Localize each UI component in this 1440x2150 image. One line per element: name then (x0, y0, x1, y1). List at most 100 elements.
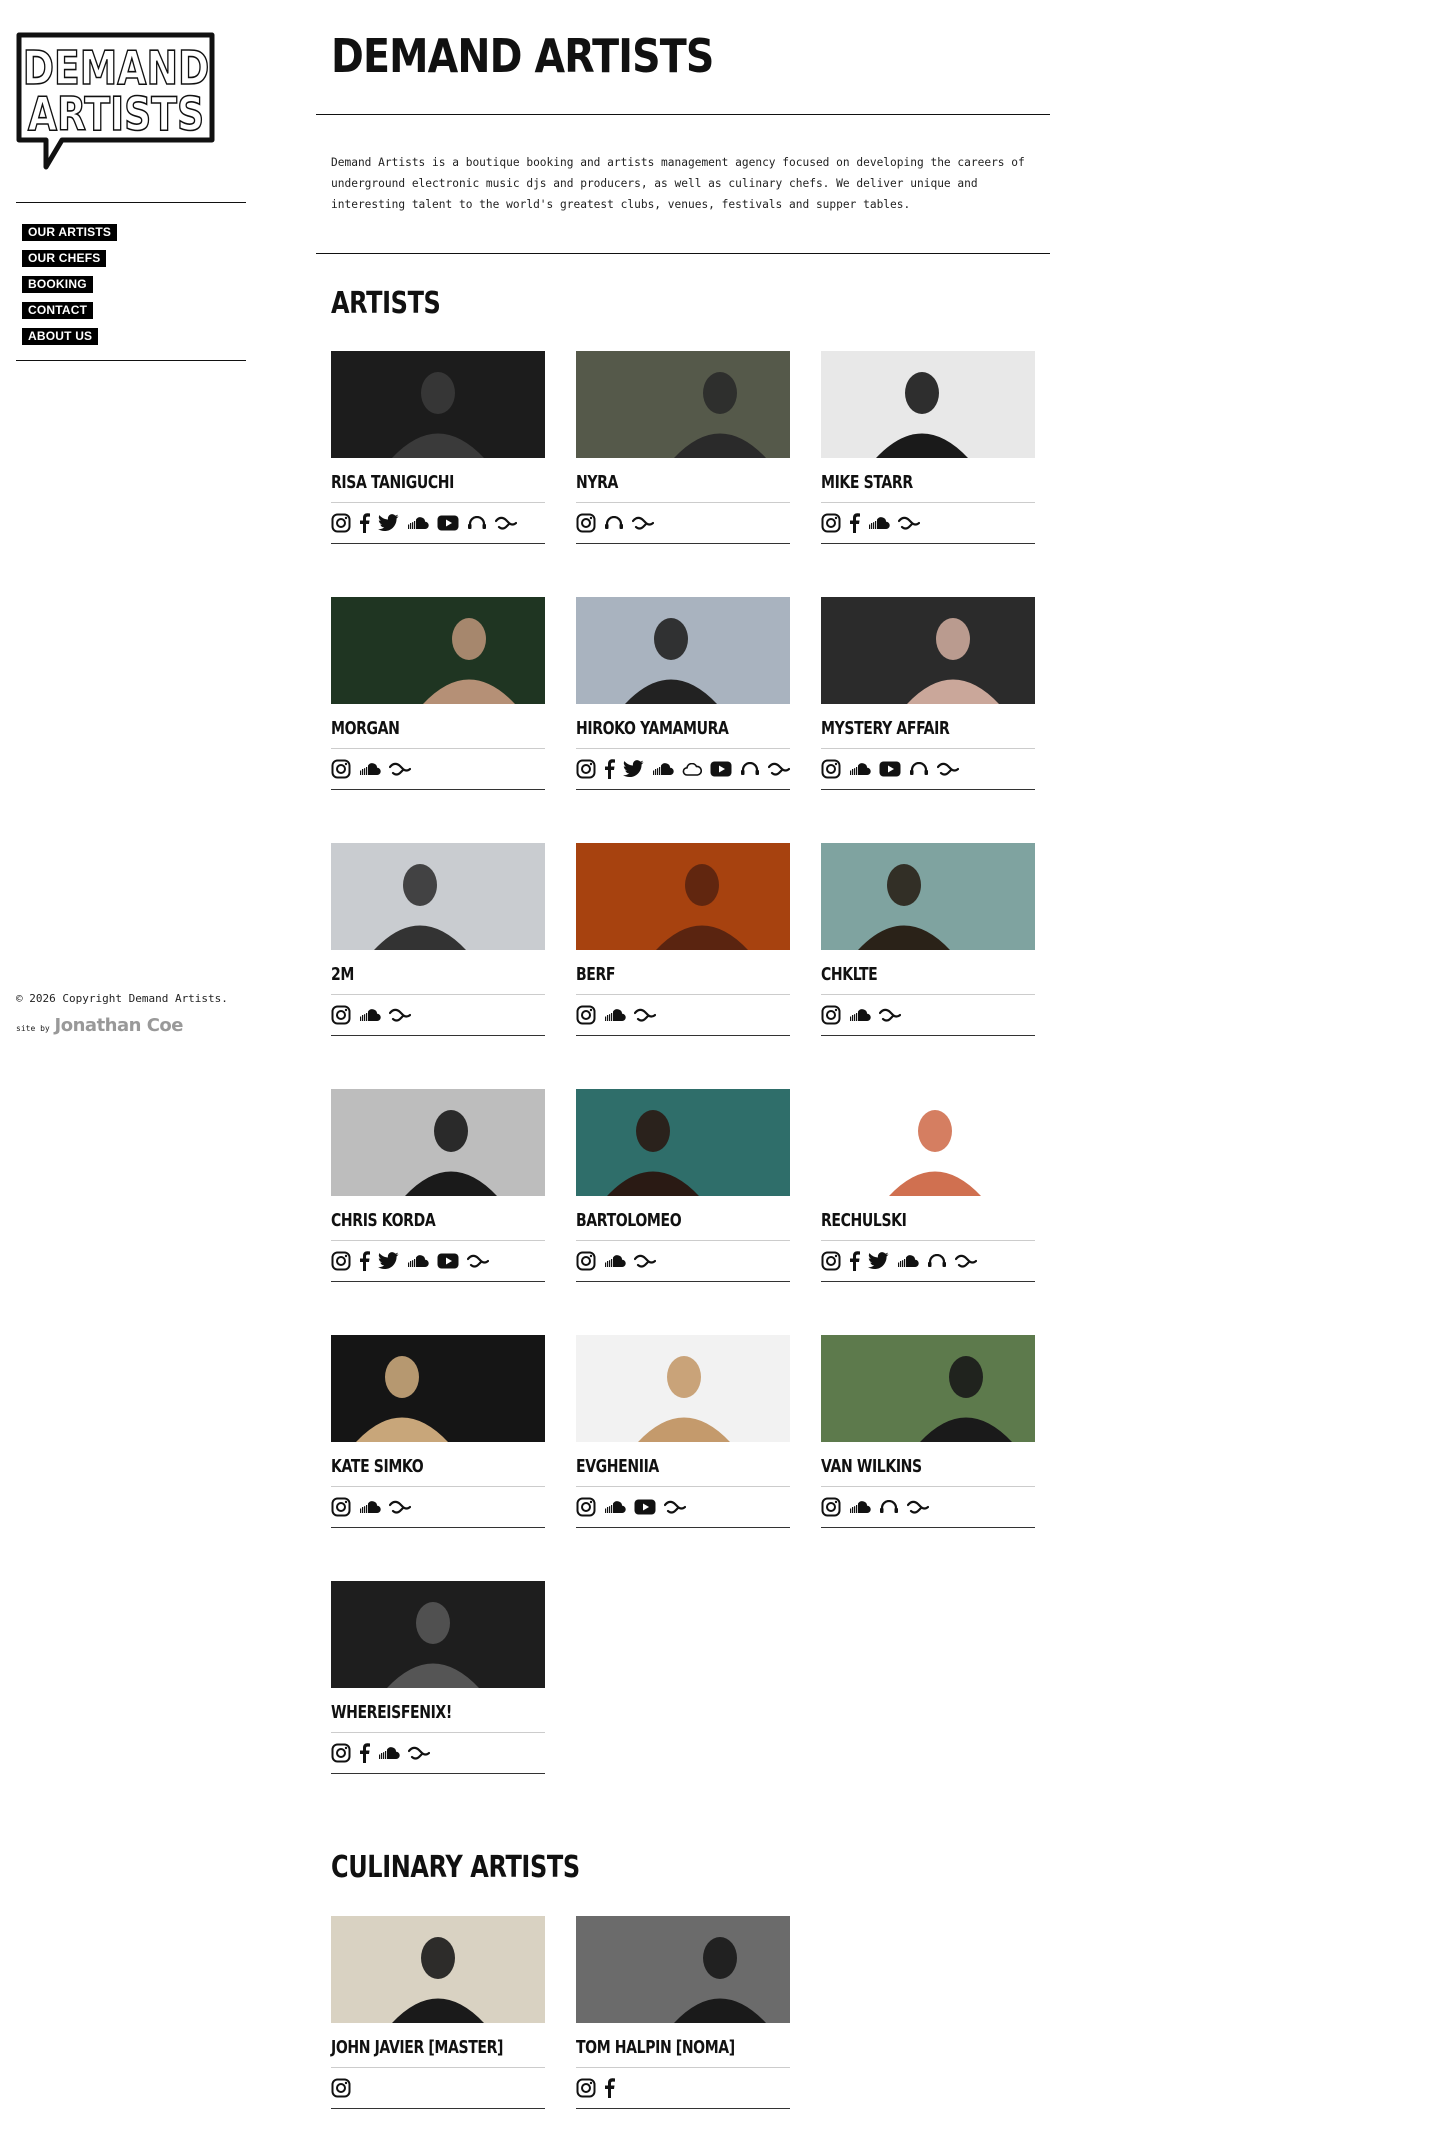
artist-photo[interactable] (576, 597, 790, 704)
logo[interactable]: DEMAND ARTISTS (16, 32, 216, 172)
cloud-outline-icon[interactable] (682, 762, 702, 776)
artist-name[interactable]: RECHULSKI (821, 1210, 988, 1234)
instagram-icon[interactable] (821, 1497, 841, 1517)
soundcloud-icon[interactable] (849, 1501, 871, 1513)
residentadvisor-icon[interactable] (768, 762, 790, 776)
artist-photo[interactable] (331, 597, 545, 704)
residentadvisor-icon[interactable] (389, 1008, 411, 1022)
facebook-icon[interactable] (359, 1251, 370, 1271)
residentadvisor-icon[interactable] (907, 1500, 929, 1514)
artist-name[interactable]: NYRA (576, 472, 743, 496)
artist-photo[interactable] (576, 1335, 790, 1442)
artist-photo[interactable] (576, 1916, 790, 2023)
facebook-icon[interactable] (359, 1743, 370, 1763)
youtube-icon[interactable] (710, 761, 732, 777)
twitter-icon[interactable] (623, 760, 644, 778)
facebook-icon[interactable] (849, 1251, 860, 1271)
artist-photo[interactable] (331, 1335, 545, 1442)
soundcloud-icon[interactable] (359, 1009, 381, 1021)
youtube-icon[interactable] (437, 515, 459, 531)
instagram-icon[interactable] (576, 1497, 596, 1517)
mixcloud-icon[interactable] (879, 1500, 899, 1514)
instagram-icon[interactable] (821, 513, 841, 533)
residentadvisor-icon[interactable] (898, 516, 920, 530)
artist-name[interactable]: VAN WILKINS (821, 1456, 988, 1480)
residentadvisor-icon[interactable] (634, 1254, 656, 1268)
instagram-icon[interactable] (331, 1251, 351, 1271)
artist-photo[interactable] (331, 1581, 545, 1688)
artist-photo[interactable] (576, 1089, 790, 1196)
soundcloud-icon[interactable] (604, 1255, 626, 1267)
artist-name[interactable]: JOHN JAVIER [MASTER] (331, 2037, 503, 2061)
facebook-icon[interactable] (604, 2078, 615, 2098)
residentadvisor-icon[interactable] (408, 1746, 430, 1760)
nav-about-us[interactable]: ABOUT US (22, 328, 99, 345)
artist-photo[interactable] (821, 843, 1035, 950)
mixcloud-icon[interactable] (927, 1254, 947, 1268)
residentadvisor-icon[interactable] (495, 516, 517, 530)
instagram-icon[interactable] (821, 759, 841, 779)
artist-name[interactable]: HIROKO YAMAMURA (576, 718, 743, 742)
soundcloud-icon[interactable] (849, 763, 871, 775)
artist-name[interactable]: CHKLTE (821, 964, 988, 988)
artist-photo[interactable] (331, 1916, 545, 2023)
instagram-icon[interactable] (331, 759, 351, 779)
artist-photo[interactable] (331, 1089, 545, 1196)
instagram-icon[interactable] (576, 513, 596, 533)
artist-photo[interactable] (576, 351, 790, 458)
artist-photo[interactable] (576, 843, 790, 950)
twitter-icon[interactable] (868, 1252, 889, 1270)
instagram-icon[interactable] (576, 759, 596, 779)
residentadvisor-icon[interactable] (879, 1008, 901, 1022)
soundcloud-icon[interactable] (604, 1501, 626, 1513)
residentadvisor-icon[interactable] (467, 1254, 489, 1268)
artist-name[interactable]: 2M (331, 964, 498, 988)
youtube-icon[interactable] (879, 761, 901, 777)
soundcloud-icon[interactable] (359, 763, 381, 775)
instagram-icon[interactable] (821, 1251, 841, 1271)
youtube-icon[interactable] (634, 1499, 656, 1515)
instagram-icon[interactable] (331, 1743, 351, 1763)
artist-name[interactable]: TOM HALPIN [NOMA] (576, 2037, 743, 2061)
residentadvisor-icon[interactable] (632, 516, 654, 530)
residentadvisor-icon[interactable] (955, 1254, 977, 1268)
nav-our-artists[interactable]: OUR ARTISTS (22, 224, 118, 241)
soundcloud-icon[interactable] (359, 1501, 381, 1513)
instagram-icon[interactable] (821, 1005, 841, 1025)
nav-our-chefs[interactable]: OUR CHEFS (22, 250, 107, 267)
soundcloud-icon[interactable] (849, 1009, 871, 1021)
artist-photo[interactable] (821, 351, 1035, 458)
twitter-icon[interactable] (378, 1252, 399, 1270)
nav-contact[interactable]: CONTACT (22, 302, 94, 319)
soundcloud-icon[interactable] (652, 763, 674, 775)
mixcloud-icon[interactable] (740, 762, 760, 776)
artist-name[interactable]: MIKE STARR (821, 472, 988, 496)
residentadvisor-icon[interactable] (634, 1008, 656, 1022)
mixcloud-icon[interactable] (467, 516, 487, 530)
residentadvisor-icon[interactable] (389, 762, 411, 776)
facebook-icon[interactable] (359, 513, 370, 533)
youtube-icon[interactable] (437, 1253, 459, 1269)
instagram-icon[interactable] (576, 1251, 596, 1271)
mixcloud-icon[interactable] (909, 762, 929, 776)
soundcloud-icon[interactable] (407, 517, 429, 529)
artist-name[interactable]: RISA TANIGUCHI (331, 472, 498, 496)
soundcloud-icon[interactable] (378, 1747, 400, 1759)
artist-name[interactable]: BERF (576, 964, 743, 988)
artist-name[interactable]: KATE SIMKO (331, 1456, 498, 1480)
artist-name[interactable]: MORGAN (331, 718, 498, 742)
artist-photo[interactable] (331, 351, 545, 458)
artist-name[interactable]: MYSTERY AFFAIR (821, 718, 988, 742)
artist-photo[interactable] (821, 1335, 1035, 1442)
soundcloud-icon[interactable] (604, 1009, 626, 1021)
artist-name[interactable]: EVGHENIIA (576, 1456, 743, 1480)
mixcloud-icon[interactable] (604, 516, 624, 530)
artist-name[interactable]: CHRIS KORDA (331, 1210, 498, 1234)
soundcloud-icon[interactable] (897, 1255, 919, 1267)
twitter-icon[interactable] (378, 514, 399, 532)
nav-booking[interactable]: BOOKING (22, 276, 93, 293)
artist-name[interactable]: BARTOLOMEO (576, 1210, 743, 1234)
instagram-icon[interactable] (331, 1005, 351, 1025)
instagram-icon[interactable] (576, 1005, 596, 1025)
artist-name[interactable]: WHEREISFENIX! (331, 1702, 498, 1726)
